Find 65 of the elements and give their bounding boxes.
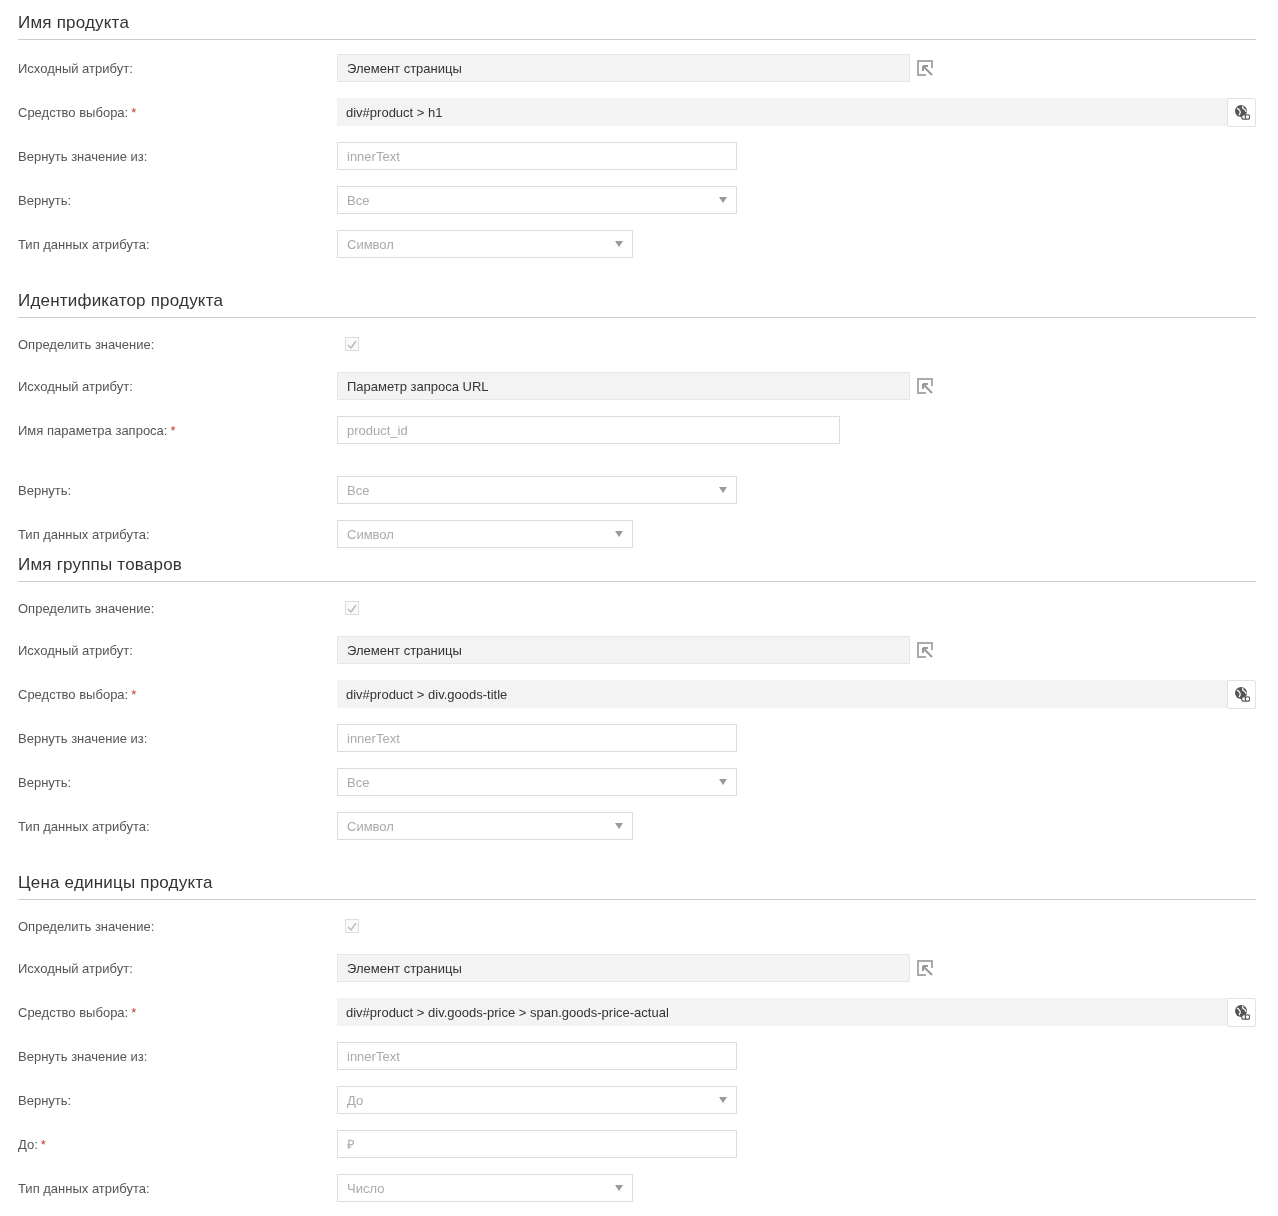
required-mark: * <box>40 1136 46 1152</box>
dropdown[interactable]: Все <box>337 768 737 796</box>
field-label: Средство выбора: <box>18 104 129 120</box>
checkbox[interactable] <box>345 919 359 933</box>
dropdown[interactable]: Все <box>337 186 737 214</box>
element-picker-icon[interactable] <box>916 377 934 395</box>
required-mark: * <box>131 104 137 120</box>
required-mark: * <box>131 686 137 702</box>
field-label: Определить значение: <box>18 336 155 352</box>
selector-field[interactable]: div#product > h1 <box>337 98 1228 126</box>
element-picker-icon[interactable] <box>916 59 934 77</box>
input-field[interactable]: ₽ <box>337 1130 737 1158</box>
field-label: Исходный атрибут: <box>18 378 133 394</box>
dropdown[interactable]: Символ <box>337 520 633 548</box>
source-field[interactable]: Элемент страницы <box>337 636 910 664</box>
element-picker-icon[interactable] <box>916 959 934 977</box>
field-label: До: <box>18 1136 38 1152</box>
field-label: Определить значение: <box>18 600 155 616</box>
selector-field[interactable]: div#product > div.goods-title <box>337 680 1228 708</box>
source-field[interactable]: Элемент страницы <box>337 954 910 982</box>
field-label: Исходный атрибут: <box>18 60 133 76</box>
element-picker-icon[interactable] <box>916 641 934 659</box>
checkbox[interactable] <box>345 337 359 351</box>
checkbox[interactable] <box>345 601 359 615</box>
required-mark: * <box>131 1004 137 1020</box>
dropdown[interactable]: До <box>337 1086 737 1114</box>
field-label: Тип данных атрибута: <box>18 1180 150 1196</box>
field-label: Вернуть значение из: <box>18 730 148 746</box>
field-label: Тип данных атрибута: <box>18 818 150 834</box>
selector-field[interactable]: div#product > div.goods-price > span.goods-price-actual <box>337 998 1228 1026</box>
input-field[interactable]: innerText <box>337 724 737 752</box>
globe-icon <box>1233 104 1250 120</box>
dropdown[interactable]: Число <box>337 1174 633 1202</box>
globe-button[interactable] <box>1227 97 1256 127</box>
source-field[interactable]: Параметр запроса URL <box>337 372 910 400</box>
section-title: Имя группы товаров <box>18 550 1256 582</box>
source-field[interactable]: Элемент страницы <box>337 54 910 82</box>
section-title: Идентификатор продукта <box>18 286 1256 318</box>
field-label: Вернуть значение из: <box>18 1048 148 1064</box>
globe-button[interactable] <box>1227 997 1256 1027</box>
section-title: Имя продукта <box>18 8 1256 40</box>
input-field[interactable]: product_id <box>337 416 840 444</box>
field-label: Вернуть: <box>18 774 72 790</box>
input-field[interactable]: innerText <box>337 142 737 170</box>
globe-button[interactable] <box>1227 679 1256 709</box>
globe-icon <box>1233 686 1250 702</box>
field-label: Определить значение: <box>18 918 155 934</box>
globe-icon <box>1233 1004 1250 1020</box>
field-label: Вернуть: <box>18 1092 72 1108</box>
field-label: Исходный атрибут: <box>18 960 133 976</box>
field-label: Средство выбора: <box>18 1004 129 1020</box>
field-label: Вернуть: <box>18 192 72 208</box>
field-label: Средство выбора: <box>18 686 129 702</box>
dropdown[interactable]: Символ <box>337 230 633 258</box>
field-label: Тип данных атрибута: <box>18 526 150 542</box>
field-label: Имя параметра запроса: <box>18 422 168 438</box>
input-field[interactable]: innerText <box>337 1042 737 1070</box>
section-title: Цена единицы продукта <box>18 868 1256 900</box>
dropdown[interactable]: Все <box>337 476 737 504</box>
field-label: Тип данных атрибута: <box>18 236 150 252</box>
required-mark: * <box>170 422 176 438</box>
field-label: Вернуть значение из: <box>18 148 148 164</box>
field-label: Исходный атрибут: <box>18 642 133 658</box>
dropdown[interactable]: Символ <box>337 812 633 840</box>
field-label: Вернуть: <box>18 482 72 498</box>
